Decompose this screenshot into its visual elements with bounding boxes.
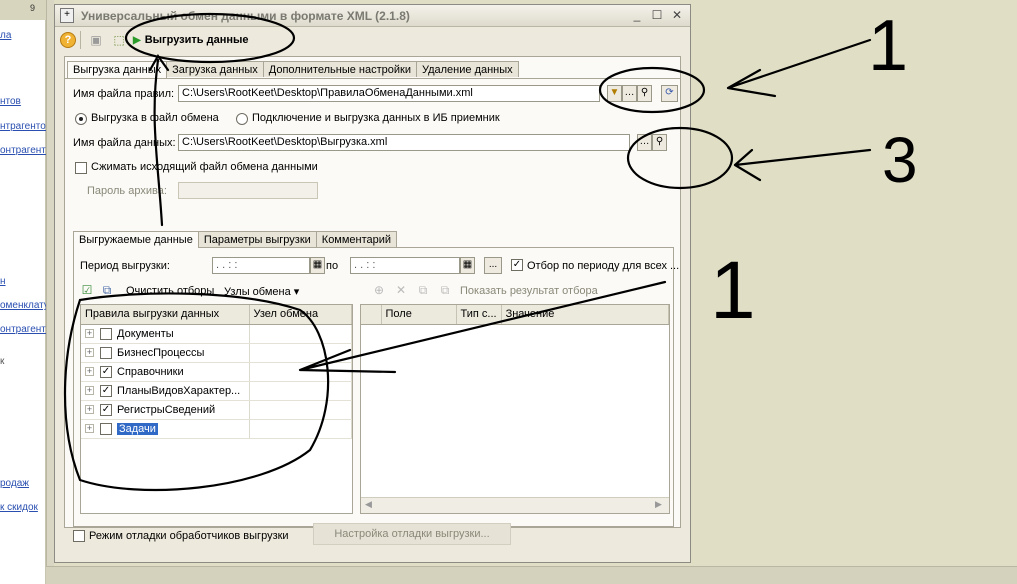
annotation-arrow [726,38,872,98]
annotation-circle [598,66,706,114]
annotation-circle [626,126,734,190]
annotation-overlay: 1 3 1 [63,6,918,492]
annotation-number: 1 [710,245,756,336]
annotation-arrow [148,53,170,227]
annotation-number: 3 [882,124,918,196]
annotation-circle [124,12,296,64]
annotation-arrow [298,280,667,374]
annotation-number: 1 [868,6,908,86]
annotation-circle [63,292,330,492]
annotation-arrow [733,148,872,182]
